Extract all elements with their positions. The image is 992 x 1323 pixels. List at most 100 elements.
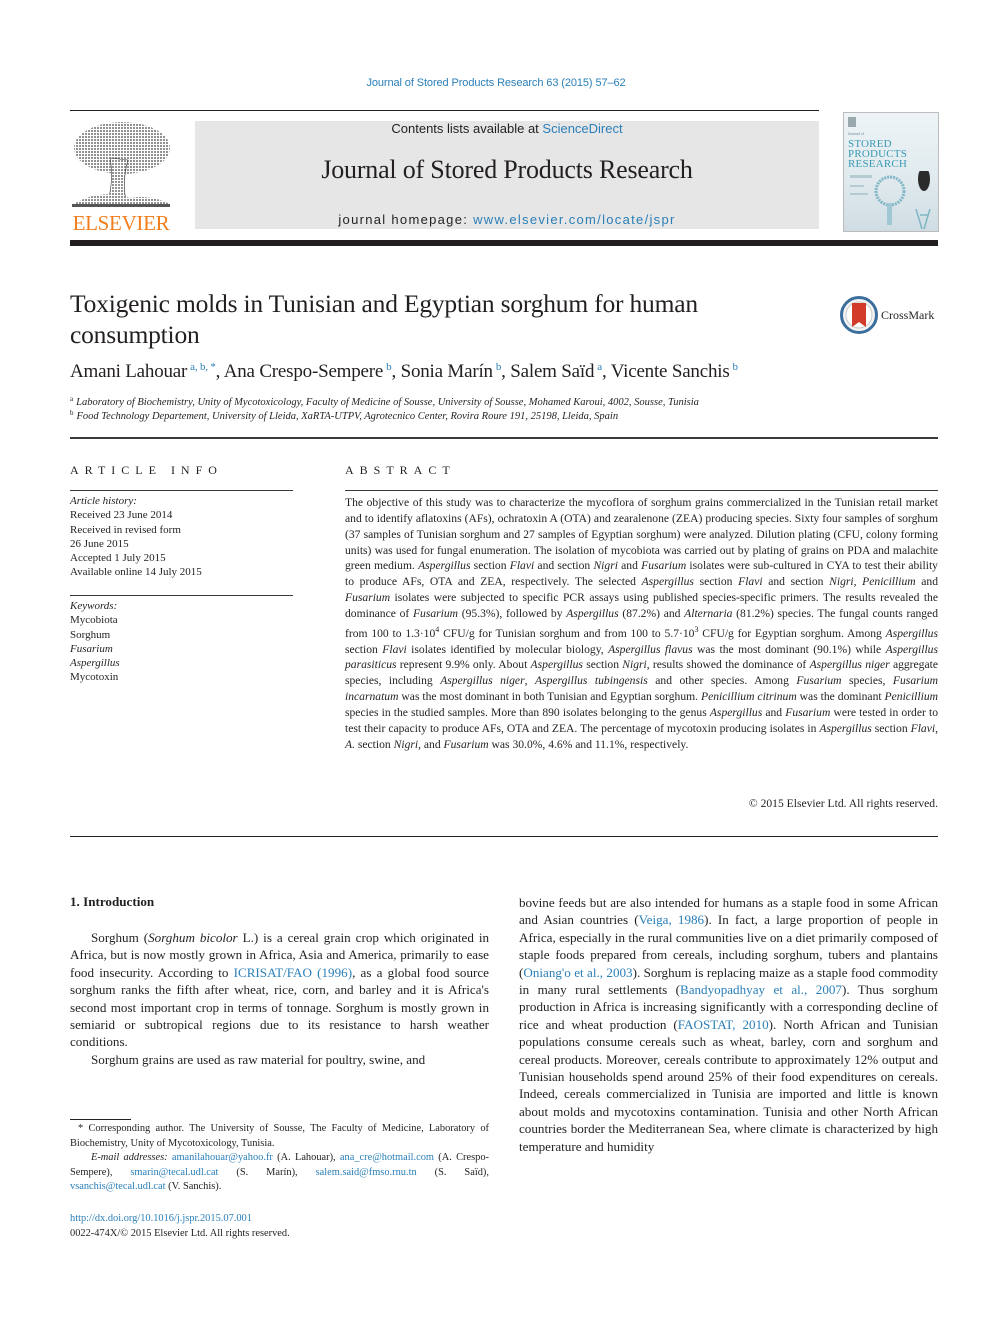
affiliation-b: b Food Technology Departement, University… (70, 409, 618, 422)
author-name[interactable]: Vicente Sanchis (611, 361, 730, 382)
email-link[interactable]: salem.said@fmso.rnu.tn (316, 1167, 417, 1178)
taxon-name: Penicillium citrinum (701, 690, 797, 704)
taxon-name: Nigri (393, 737, 419, 751)
citation-link[interactable]: ICRISAT/FAO (1996) (234, 965, 352, 980)
taxon-name: Fusarium (785, 705, 831, 719)
taxon-name: Aspergillus (885, 626, 938, 640)
email-link[interactable]: ana_cre@hotmail.com (340, 1152, 434, 1163)
history-item: Accepted 1 July 2015 (70, 552, 166, 565)
issn-line: 0022-474X/© 2015 Elsevier Ltd. All right… (70, 1228, 290, 1239)
taxon-name: Aspergillus niger (809, 658, 890, 672)
crossmark-label: CrossMark (881, 308, 935, 322)
author-name[interactable]: Sonia Marín (401, 361, 493, 382)
email-link[interactable]: vsanchis@tecal.udl.cat (70, 1181, 166, 1192)
homepage-prefix: journal homepage: (338, 212, 474, 227)
author-list: Amani Lahouar a, b, *, Ana Crespo-Sempere… (70, 361, 738, 383)
email-link[interactable]: amanilahouar@yahoo.fr (172, 1152, 273, 1163)
abstract-heading: ABSTRACT (345, 463, 456, 477)
author-name[interactable]: Salem Saïd (510, 361, 594, 382)
keywords-rule (70, 595, 293, 596)
sciencedirect-link[interactable]: ScienceDirect (542, 121, 622, 136)
taxon-name: Aspergillus niger (440, 674, 525, 688)
footnotes: * Corresponding author. The University o… (70, 1122, 489, 1195)
masthead-banner: Contents lists available at ScienceDirec… (195, 121, 819, 229)
masthead-top-rule (70, 110, 819, 111)
article-history: Article history: Received 23 June 2014 R… (70, 494, 202, 580)
email-owner: (S. Saïd) (434, 1166, 487, 1178)
article-info-rule (70, 490, 293, 491)
history-item: 26 June 2015 (70, 537, 129, 550)
body-column-left: Sorghum (Sorghum bicolor L.) is a cereal… (70, 929, 489, 1068)
exponent: 3 (694, 624, 699, 634)
keyword: Sorghum (70, 628, 111, 641)
keyword: Mycobiota (70, 614, 118, 627)
cover-illustration-icon (850, 171, 931, 230)
running-head[interactable]: Journal of Stored Products Research 63 (… (0, 77, 992, 89)
abstract-text: The objective of this study was to chara… (345, 496, 939, 751)
history-item: Received in revised form (70, 523, 181, 536)
footnote-rule (70, 1119, 131, 1120)
doi-link[interactable]: http://dx.doi.org/10.1016/j.jspr.2015.07… (70, 1213, 252, 1224)
history-item: Received 23 June 2014 (70, 509, 173, 522)
paragraph: Sorghum (Sorghum bicolor L.) is a cereal… (70, 930, 490, 1050)
taxon-name: Penicillium (884, 690, 938, 704)
author-separator: , (501, 361, 511, 382)
taxon-name: Aspergillus (641, 575, 694, 589)
article-history-label: Article history: (70, 495, 137, 507)
taxon-name: Fusarium (641, 559, 687, 573)
taxon-name: Aspergillus flavus (608, 642, 693, 656)
contents-line: Contents lists available at ScienceDirec… (195, 121, 819, 136)
taxon-name: Aspergillus (418, 559, 471, 573)
exponent: 4 (435, 624, 440, 634)
taxon-name: Aspergillus (819, 721, 872, 735)
taxon-name: Aspergillus (566, 606, 619, 620)
taxon-name: Aspergillus (709, 705, 763, 719)
keyword: Fusarium (70, 642, 113, 655)
email-link[interactable]: smarin@tecal.udl.cat (130, 1167, 218, 1178)
taxon-name: Fusarium (412, 606, 459, 620)
taxon-name: Flavi (382, 642, 407, 656)
taxon-name: Nigri (829, 575, 854, 589)
article-title: Toxigenic molds in Tunisian and Egyptian… (70, 289, 698, 349)
affiliation-a: a Laboratory of Biochemistry, Unity of My… (70, 395, 699, 408)
paragraph: bovine feeds but are also intended for h… (519, 895, 939, 1154)
author-separator: , (391, 361, 401, 382)
contents-prefix: Contents lists available at (391, 121, 543, 136)
taxon-name: Fusarium (345, 591, 391, 605)
keyword: Aspergillus (70, 657, 120, 670)
email-label: E-mail addresses: (91, 1152, 168, 1164)
journal-cover-thumbnail[interactable]: Journal of STORED PRODUCTS RESEARCH (843, 112, 939, 232)
email-owner: (V. Sanchis). (168, 1181, 222, 1193)
cover-publisher-mark-icon (848, 117, 856, 127)
citation-link[interactable]: Bandyopadhyay et al., 2007 (680, 982, 842, 997)
crossmark-badge[interactable]: CrossMark (840, 296, 940, 336)
history-item: Available online 14 July 2015 (70, 566, 202, 579)
homepage-link[interactable]: www.elsevier.com/locate/jspr (473, 212, 676, 227)
abstract-copyright: © 2015 Elsevier Ltd. All rights reserved… (748, 797, 938, 810)
taxon-name: Sorghum bicolor (148, 930, 238, 945)
citation-link[interactable]: Oniang'o et al., 2003 (523, 965, 632, 980)
affiliation-text: Laboratory of Biochemistry, Unity of Myc… (76, 397, 699, 408)
author-name[interactable]: Amani Lahouar (70, 361, 187, 382)
citation-link[interactable]: FAOSTAT, 2010 (678, 1017, 769, 1032)
taxon-name: A. (345, 737, 355, 751)
taxon-name: Flavi (910, 721, 936, 735)
taxon-name: Penicillium (862, 575, 916, 589)
keywords: Keywords: Mycobiota Sorghum Fusarium Asp… (70, 599, 120, 685)
author-separator: , (601, 361, 611, 382)
author-name[interactable]: Ana Crespo-Sempere (224, 361, 384, 382)
header-divider (70, 437, 938, 439)
citation-link[interactable]: Veiga, 1986 (639, 912, 704, 927)
doi-block: http://dx.doi.org/10.1016/j.jspr.2015.07… (70, 1211, 290, 1241)
taxon-name: Aspergillus (530, 658, 583, 672)
article-info-heading: ARTICLE INFO (70, 463, 223, 477)
homepage-line: journal homepage: www.elsevier.com/locat… (195, 212, 819, 227)
journal-title: Journal of Stored Products Research (321, 155, 693, 184)
cover-small-text: Journal of (848, 131, 865, 136)
author-affiliation-marks[interactable]: b (733, 361, 739, 373)
corresponding-author-note: * Corresponding author. The University o… (70, 1123, 489, 1149)
affiliation-mark: a (70, 395, 74, 403)
elsevier-logo[interactable]: ELSEVIER (70, 118, 172, 234)
author-affiliation-marks[interactable]: a, b, * (190, 361, 216, 373)
section-heading-introduction: 1. Introduction (70, 894, 155, 909)
